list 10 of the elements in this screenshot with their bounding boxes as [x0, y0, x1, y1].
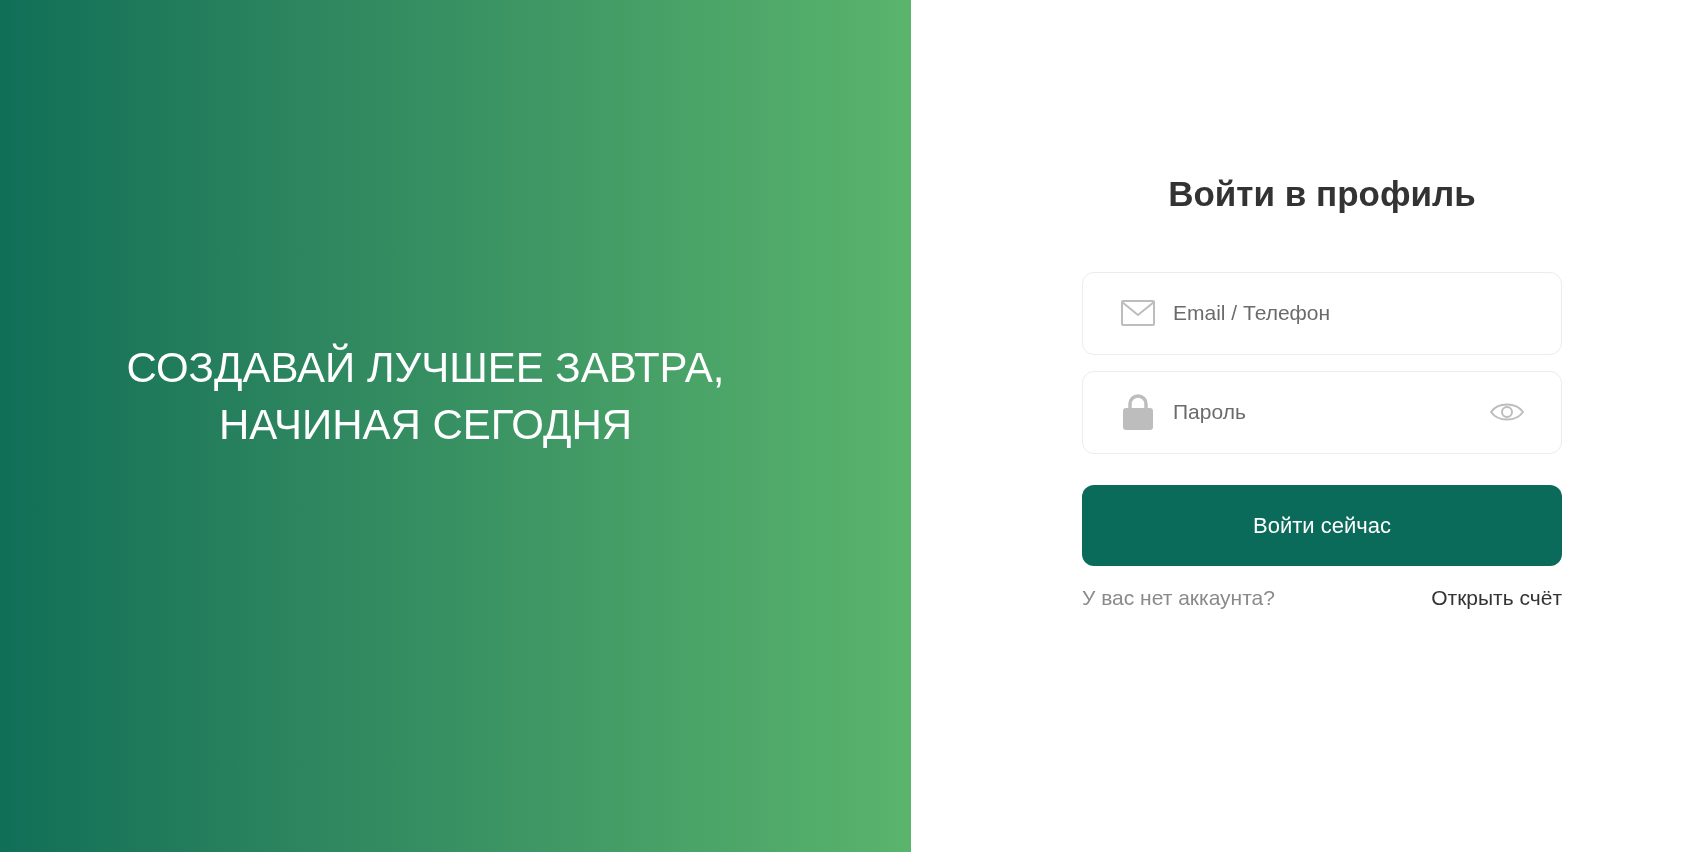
login-button[interactable]: Войти сейчас — [1082, 484, 1562, 566]
open-account-link[interactable]: Открыть счёт — [1431, 581, 1562, 613]
no-account-text: У вас нет аккаунта? — [1082, 584, 1275, 611]
eye-icon[interactable] — [1490, 401, 1524, 423]
hero-headline: СОЗДАВАЙ ЛУЧШЕЕ ЗАВТРА, НАЧИНАЯ СЕГОДНЯ — [126, 342, 725, 450]
form-title: Войти в профиль — [1167, 173, 1477, 215]
lock-icon — [1123, 394, 1153, 430]
input-field[interactable]: Пароль — [1082, 370, 1562, 454]
input-field[interactable]: Email / Телефон — [1082, 271, 1562, 355]
mail-icon — [1121, 300, 1155, 326]
